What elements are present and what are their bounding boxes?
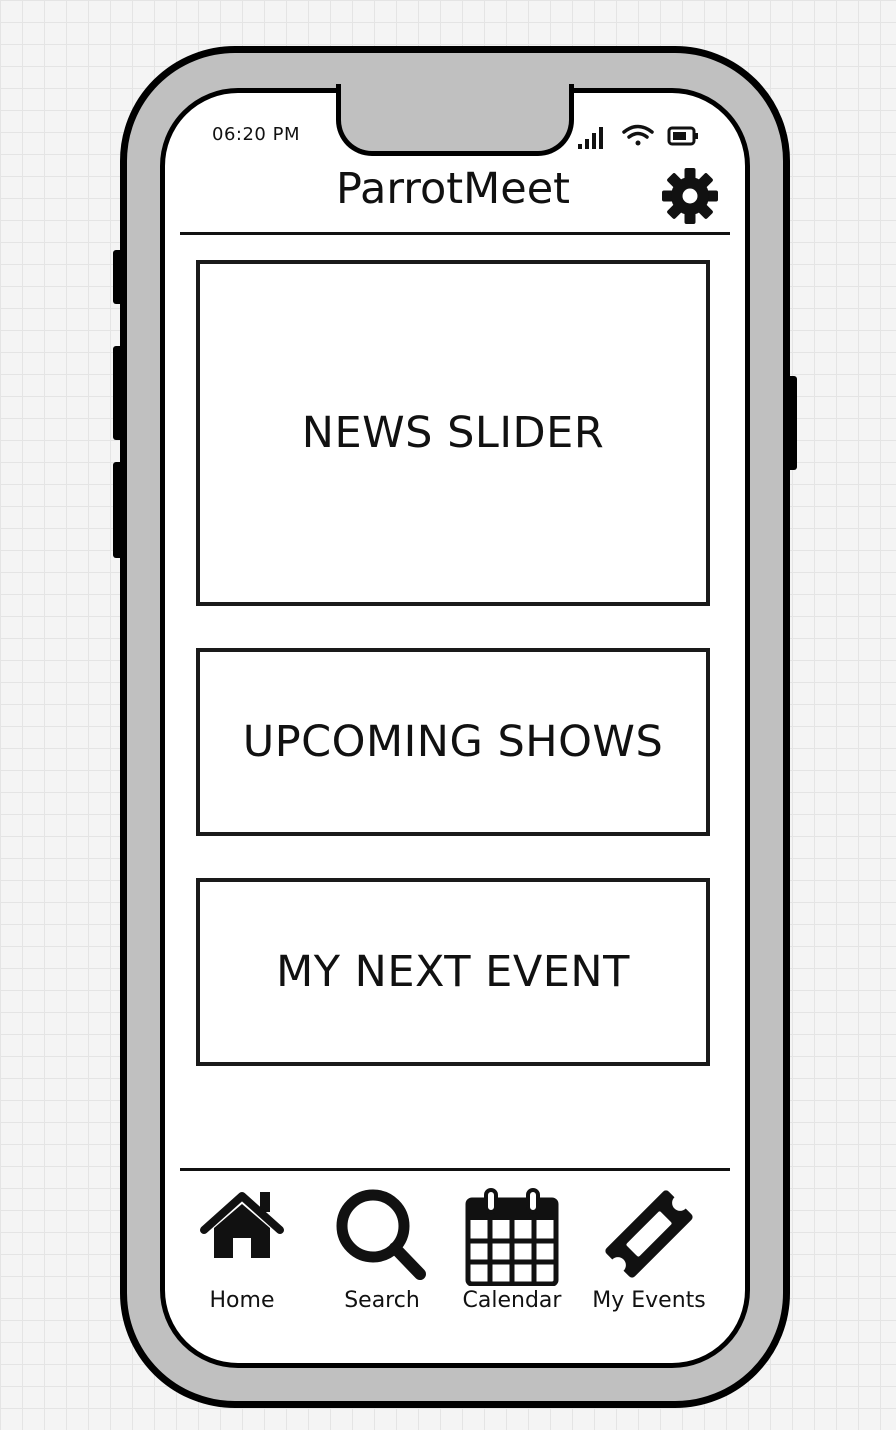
nav-search[interactable]: Search: [330, 1186, 434, 1316]
nav-search-label: Search: [344, 1288, 420, 1313]
battery-icon: [667, 126, 698, 146]
status-time: 06:20 PM: [212, 124, 300, 145]
nav-my-events[interactable]: My Events: [586, 1186, 712, 1316]
wifi-icon: [622, 124, 654, 146]
news-slider[interactable]: NEWS SLIDER: [196, 260, 710, 606]
nav-home-label: Home: [209, 1288, 275, 1313]
phone-notch: [336, 84, 574, 156]
my-next-event-label: MY NEXT EVENT: [276, 947, 630, 997]
side-button-volume-down: [113, 462, 123, 558]
side-button-power: [786, 376, 797, 470]
nav-calendar-label: Calendar: [462, 1288, 562, 1313]
side-button-mute: [113, 250, 123, 304]
calendar-icon: [465, 1188, 559, 1286]
ticket-icon: [605, 1190, 693, 1278]
home-icon: [200, 1192, 284, 1258]
nav-calendar[interactable]: Calendar: [456, 1186, 568, 1316]
news-slider-label: NEWS SLIDER: [301, 408, 605, 458]
search-icon: [336, 1189, 426, 1280]
header-divider: [180, 232, 730, 235]
app-title: ParrotMeet: [335, 164, 571, 214]
status-icons: [576, 120, 706, 152]
signal-icon: [578, 127, 603, 149]
gear-icon[interactable]: [660, 166, 720, 226]
upcoming-shows-card[interactable]: UPCOMING SHOWS: [196, 648, 710, 836]
nav-divider: [180, 1168, 730, 1171]
upcoming-shows-label: UPCOMING SHOWS: [242, 717, 664, 767]
nav-my-events-label: My Events: [592, 1288, 706, 1313]
side-button-volume-up: [113, 346, 123, 440]
nav-home[interactable]: Home: [200, 1186, 284, 1316]
my-next-event-card[interactable]: MY NEXT EVENT: [196, 878, 710, 1066]
